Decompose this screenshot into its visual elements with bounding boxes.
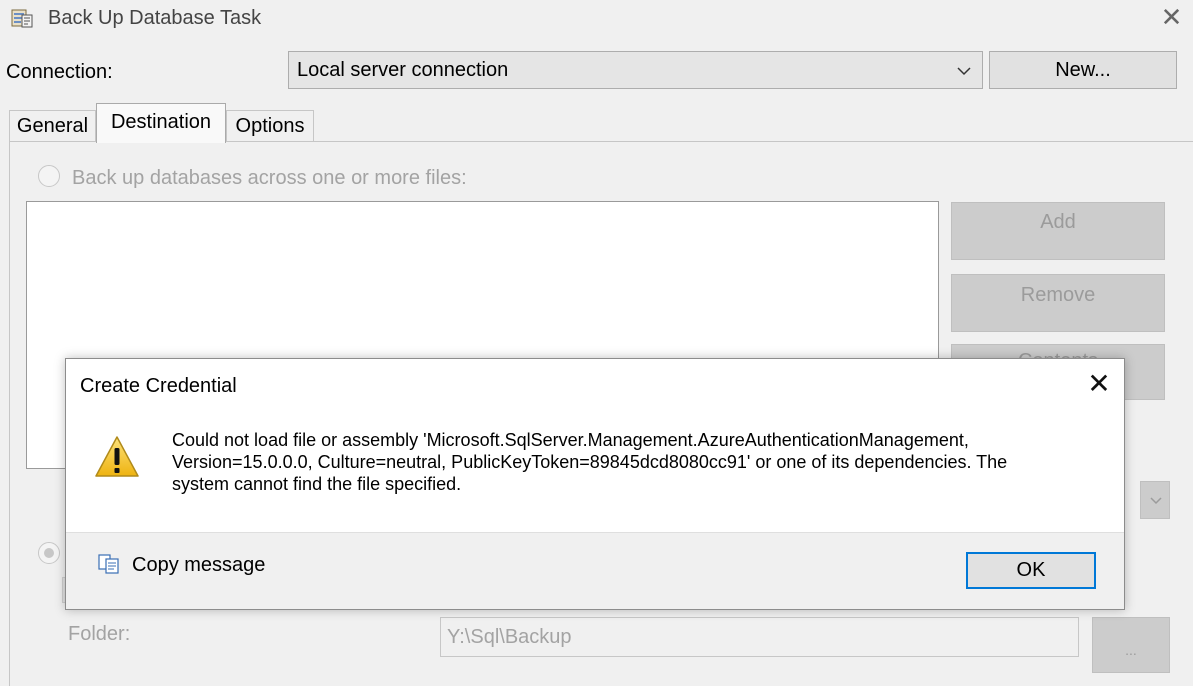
tab-options[interactable]: Options (226, 110, 314, 141)
backup-files-radio-label: Back up databases across one or more fil… (72, 167, 467, 189)
dialog-divider (66, 532, 1124, 533)
browse-folder-button[interactable]: ... (1092, 617, 1170, 673)
folder-input-value: Y:\Sql\Backup (447, 626, 572, 648)
radio-selected-dot (44, 548, 54, 558)
copy-icon[interactable] (98, 554, 120, 574)
folder-label: Folder: (68, 623, 131, 645)
chevron-down-icon (1150, 497, 1162, 505)
backup-url-radio[interactable] (38, 542, 60, 564)
copy-message-link[interactable]: Copy message (132, 553, 265, 577)
create-credential-dialog: Create Credential ✕ Could not load file … (65, 358, 1125, 610)
remove-button[interactable]: Remove (951, 274, 1165, 332)
folder-input[interactable]: Y:\Sql\Backup (440, 617, 1079, 657)
warning-icon (94, 435, 140, 479)
dialog-message-line: Version=15.0.0.0, Culture=neutral, Publi… (172, 452, 1008, 472)
backup-files-radio[interactable] (38, 165, 60, 187)
window-close-button[interactable]: ✕ (1150, 0, 1193, 34)
dialog-message-line: Could not load file or assembly 'Microso… (172, 430, 969, 450)
disabled-dropdown[interactable] (1140, 481, 1170, 519)
dialog-message: Could not load file or assembly 'Microso… (172, 429, 1072, 495)
dialog-body: Create Credential ✕ Could not load file … (66, 359, 1124, 532)
new-connection-button[interactable]: New... (989, 51, 1177, 89)
chevron-down-icon (956, 63, 972, 79)
ok-button[interactable]: OK (966, 552, 1096, 589)
connection-select[interactable]: Local server connection (288, 51, 983, 89)
tab-destination[interactable]: Destination (96, 103, 226, 143)
tab-general[interactable]: General (9, 110, 96, 141)
connection-label: Connection: (6, 61, 113, 83)
task-icon (11, 7, 33, 29)
connection-select-value: Local server connection (297, 59, 509, 81)
dialog-title: Create Credential (80, 375, 237, 397)
dialog-close-button[interactable]: ✕ (1084, 369, 1114, 399)
window-title: Back Up Database Task (48, 7, 262, 29)
dialog-message-line: system cannot find the file specified. (172, 474, 462, 494)
add-button[interactable]: Add (951, 202, 1165, 260)
